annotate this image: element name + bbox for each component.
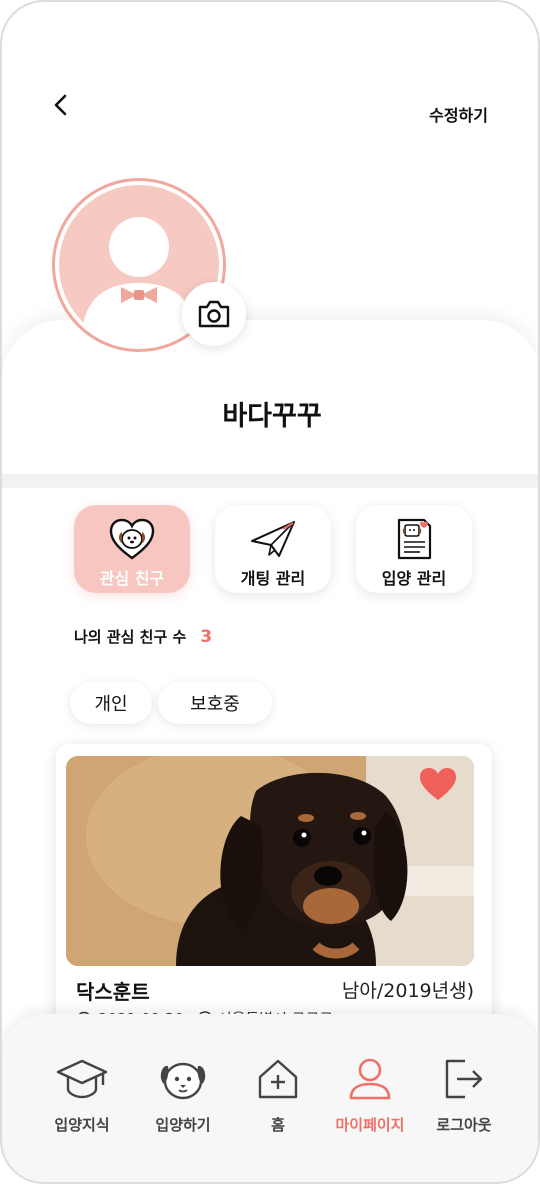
- pet-name: 닥스훈트: [76, 980, 150, 1004]
- favorite-count-value: 3: [200, 627, 213, 647]
- nav-item-logout[interactable]: 로그아웃: [414, 1054, 514, 1135]
- nav-label: 입양지식: [54, 1116, 110, 1134]
- menu-label: 입양 관리: [381, 569, 447, 588]
- nav-label: 홈: [271, 1116, 285, 1134]
- bottom-navigation: 입양지식 입양하기 홈 마이페이지 로그아웃: [2, 1014, 538, 1182]
- dog-face-icon: [160, 1062, 206, 1100]
- phone-screen: 수정하기 바다꾸꾸 관심 친구 개팅 관리 입양 관리 나의 관심 친구 수 3…: [0, 0, 540, 1184]
- graduation-cap-icon: [56, 1059, 108, 1099]
- paper-plane-icon: [251, 521, 295, 557]
- edit-button[interactable]: 수정하기: [429, 102, 488, 126]
- pet-card[interactable]: 닥스훈트 남아/2019년생) 2021.09.30 서울특별시 구로구: [56, 744, 492, 1034]
- home-icon: [258, 1059, 298, 1099]
- nav-label: 로그아웃: [436, 1116, 492, 1134]
- nickname: 바다꾸꾸: [222, 401, 322, 432]
- heart-favorite-icon[interactable]: [418, 766, 458, 802]
- change-photo-button[interactable]: [182, 282, 246, 346]
- favorite-count-label: 나의 관심 친구 수: [74, 628, 187, 646]
- nav-item-my-page[interactable]: 마이페이지: [320, 1054, 420, 1135]
- nav-item-home[interactable]: 홈: [228, 1054, 328, 1135]
- nav-item-adopt[interactable]: 입양하기: [133, 1054, 233, 1135]
- adoption-document-icon: [397, 518, 432, 560]
- menu-dating-management[interactable]: 개팅 관리: [215, 505, 331, 593]
- nav-label: 입양하기: [155, 1116, 211, 1134]
- camera-icon: [198, 300, 230, 328]
- logout-icon: [445, 1059, 483, 1099]
- user-icon: [349, 1058, 391, 1100]
- nav-item-adoption-knowledge[interactable]: 입양지식: [32, 1054, 132, 1135]
- pet-photo: [66, 756, 474, 966]
- menu-favorite-friends[interactable]: 관심 친구: [74, 505, 190, 593]
- filter-chip-sheltered[interactable]: 보호중: [158, 682, 272, 724]
- menu-adoption-management[interactable]: 입양 관리: [356, 505, 472, 593]
- menu-label: 개팅 관리: [240, 569, 306, 588]
- dachshund-puppy-image: [66, 756, 474, 966]
- nav-label: 마이페이지: [335, 1116, 405, 1134]
- filter-chip-individual[interactable]: 개인: [70, 682, 152, 724]
- favorite-count-row: 나의 관심 친구 수 3: [74, 626, 212, 647]
- pet-sex-birth: 남아/2019년생): [341, 980, 474, 1002]
- back-arrow-icon[interactable]: [46, 90, 76, 120]
- heart-dog-icon: [109, 518, 155, 560]
- section-divider: [2, 474, 538, 488]
- menu-label: 관심 친구: [99, 569, 165, 588]
